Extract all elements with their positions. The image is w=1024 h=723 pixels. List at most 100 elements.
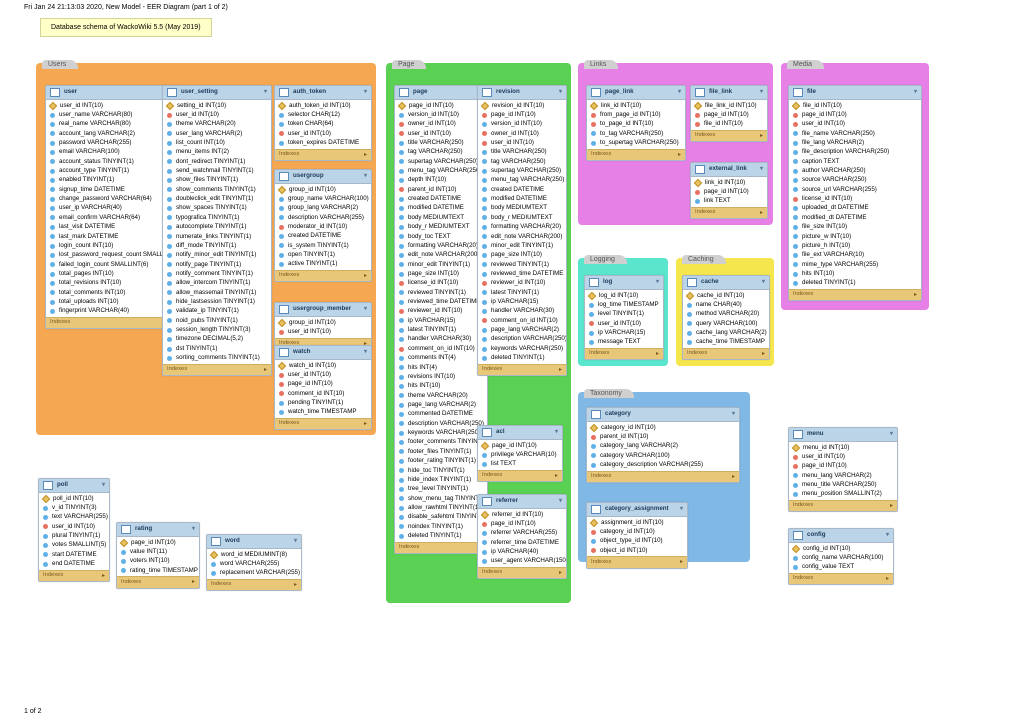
indexes-bar[interactable]: Indexes	[789, 573, 893, 584]
col-icon	[793, 141, 798, 146]
entity-title[interactable]: rating	[117, 523, 199, 537]
entity-revision[interactable]: revisionrevision_id INT(10)page_id INT(1…	[477, 85, 567, 376]
entity-title[interactable]: category_assignment	[587, 503, 687, 517]
indexes-bar[interactable]: Indexes	[683, 348, 769, 359]
entity-title[interactable]: file	[789, 86, 921, 100]
col-icon	[279, 141, 284, 146]
entity-rating[interactable]: ratingpage_id INT(10)value INT(11)voters…	[116, 522, 200, 589]
entity-title[interactable]: acl	[478, 426, 562, 440]
indexes-bar[interactable]: Indexes	[117, 576, 199, 587]
column: to_supertag VARCHAR(250)	[587, 138, 685, 147]
entity-title[interactable]: usergroup_member	[275, 303, 371, 317]
column: method VARCHAR(20)	[683, 310, 769, 319]
column: commented DATETIME	[395, 410, 487, 419]
fk-icon	[482, 318, 487, 323]
column: page_lang VARCHAR(2)	[478, 326, 566, 335]
col-icon	[399, 197, 404, 202]
col-icon	[167, 328, 172, 333]
column: supertag VARCHAR(250)	[395, 157, 487, 166]
indexes-bar[interactable]: Indexes	[691, 207, 767, 218]
entity-page-link[interactable]: page_linklink_id INT(10)from_page_id INT…	[586, 85, 686, 161]
col-icon	[482, 550, 487, 555]
entity-title[interactable]: watch	[275, 346, 371, 360]
indexes-bar[interactable]: Indexes	[275, 149, 371, 160]
entity-usergroup-member[interactable]: usergroup_membergroup_id INT(10)user_id …	[274, 302, 372, 350]
column-text: page_id INT(10)	[491, 111, 536, 119]
column: file_lang VARCHAR(2)	[789, 138, 921, 147]
entity-title[interactable]: menu	[789, 428, 897, 442]
entity-file-link[interactable]: file_linkfile_link_id INT(10)page_id INT…	[690, 85, 768, 142]
col-icon	[167, 131, 172, 136]
column-text: query VARCHAR(100)	[696, 320, 757, 328]
header-text: Fri Jan 24 21:13:03 2020, New Model - EE…	[24, 4, 228, 11]
key-icon	[590, 423, 598, 431]
indexes-bar[interactable]: Indexes	[587, 471, 739, 482]
entity-watch[interactable]: watchwatch_id INT(10)user_id INT(10)page…	[274, 345, 372, 430]
entity-log[interactable]: loglog_id INT(10)log_time TIMESTAMPlevel…	[584, 275, 664, 360]
entity-page[interactable]: pagepage_id INT(10)version_id INT(10)own…	[394, 85, 488, 554]
entity-word[interactable]: wordword_id MEDIUMINT(8)word VARCHAR(255…	[206, 534, 302, 591]
entity-title[interactable]: word	[207, 535, 301, 549]
entity-poll[interactable]: pollpoll_id INT(10)v_id TINYINT(3)text V…	[38, 478, 110, 582]
column: pending TINYINT(1)	[275, 398, 371, 407]
entity-title[interactable]: config	[789, 529, 893, 543]
indexes-bar[interactable]: Indexes	[275, 418, 371, 429]
column-text: poll_id INT(10)	[53, 495, 94, 503]
entity-category-assignment[interactable]: category_assignmentassignment_id INT(10)…	[586, 502, 688, 569]
col-icon	[399, 403, 404, 408]
entity-cache[interactable]: cachecache_id INT(10)name CHAR(40)method…	[682, 275, 770, 360]
entity-title[interactable]: file_link	[691, 86, 767, 100]
column-text: word_id MEDIUMINT(8)	[221, 551, 287, 559]
entity-acl[interactable]: aclpage_id INT(10)privilege VARCHAR(10)l…	[477, 425, 563, 482]
entity-title[interactable]: auth_token	[275, 86, 371, 100]
indexes-bar[interactable]: Indexes	[478, 567, 566, 578]
entity-category[interactable]: categorycategory_id INT(10)parent_id INT…	[586, 407, 740, 483]
entity-auth-token[interactable]: auth_tokenauth_token_id INT(10)selector …	[274, 85, 372, 161]
entity-file[interactable]: filefile_id INT(10)page_id INT(10)user_i…	[788, 85, 922, 301]
indexes-bar[interactable]: Indexes	[478, 364, 566, 375]
entity-title[interactable]: category	[587, 408, 739, 422]
indexes-bar[interactable]: Indexes	[275, 270, 371, 281]
entity-title[interactable]: poll	[39, 479, 109, 493]
column-text: page_id INT(10)	[802, 111, 847, 119]
indexes-bar[interactable]: Indexes	[395, 542, 487, 553]
entity-title[interactable]: cache	[683, 276, 769, 290]
entity-title[interactable]: page	[395, 86, 487, 100]
column-text: disable_safehtml TINYINT(1)	[408, 513, 487, 521]
column: category_id INT(10)	[587, 527, 687, 536]
entity-external-link[interactable]: external_linklink_id INT(10)page_id INT(…	[690, 162, 768, 219]
col-icon	[50, 169, 55, 174]
entity-referrer[interactable]: referrerreferrer_id INT(10)page_id INT(1…	[477, 494, 567, 579]
entity-title[interactable]: referrer	[478, 495, 566, 509]
column-text: account_status TINYINT(1)	[59, 158, 134, 166]
indexes-bar[interactable]: Indexes	[587, 149, 685, 160]
indexes-bar[interactable]: Indexes	[207, 579, 301, 590]
entity-menu[interactable]: menumenu_id INT(10)user_id INT(10)page_i…	[788, 427, 898, 512]
col-icon	[399, 206, 404, 211]
column-text: log_id INT(10)	[599, 292, 638, 300]
entity-title[interactable]: external_link	[691, 163, 767, 177]
indexes-bar[interactable]: Indexes	[789, 500, 897, 511]
indexes-bar[interactable]: Indexes	[789, 289, 921, 300]
entity-title[interactable]: revision	[478, 86, 566, 100]
column: caption TEXT	[789, 157, 921, 166]
indexes-bar[interactable]: Indexes	[691, 130, 767, 141]
entity-title[interactable]: log	[585, 276, 663, 290]
column-text: footer_comments TINYINT(1)	[408, 438, 487, 446]
column: created DATETIME	[478, 185, 566, 194]
entity-title[interactable]: user_setting	[163, 86, 271, 100]
column: diff_mode TINYINT(1)	[163, 241, 271, 250]
indexes-bar[interactable]: Indexes	[163, 364, 271, 375]
indexes-bar[interactable]: Indexes	[585, 348, 663, 359]
column: comments INT(4)	[395, 354, 487, 363]
entity-title[interactable]: usergroup	[275, 170, 371, 184]
column-text: cache_id INT(10)	[697, 292, 744, 300]
indexes-bar[interactable]: Indexes	[587, 556, 687, 567]
entity-user-setting[interactable]: user_settingsetting_id INT(10)user_id IN…	[162, 85, 272, 376]
entity-title[interactable]: page_link	[587, 86, 685, 100]
entity-config[interactable]: configconfig_id INT(10)config_name VARCH…	[788, 528, 894, 585]
indexes-bar[interactable]: Indexes	[39, 570, 109, 581]
fk-icon	[399, 281, 404, 286]
indexes-bar[interactable]: Indexes	[478, 470, 562, 481]
entity-usergroup[interactable]: usergroupgroup_id INT(10)group_name VARC…	[274, 169, 372, 282]
